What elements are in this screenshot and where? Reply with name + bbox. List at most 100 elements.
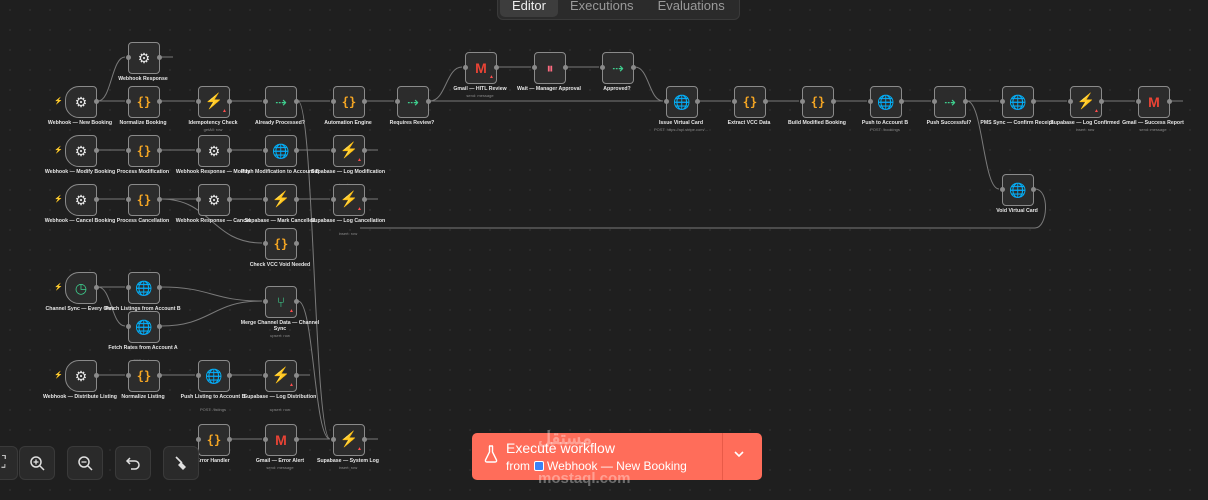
code-icon: {} — [273, 237, 289, 251]
warning-icon: ▲ — [357, 446, 362, 452]
workflow-node[interactable]: ⚙ — [65, 360, 99, 392]
trigger-bolt-icon: ⚡ — [54, 284, 63, 291]
supabase-icon: ⚡ — [339, 191, 359, 208]
tab-executions[interactable]: Executions — [558, 0, 646, 17]
node-label: Requires Review? — [389, 120, 435, 126]
http-icon: 🌐 — [877, 94, 895, 110]
http-icon: 🌐 — [673, 94, 691, 110]
tab-evaluations[interactable]: Evaluations — [646, 0, 737, 17]
supabase-icon: ⚡ — [339, 431, 359, 448]
workflow-node[interactable]: ⚙ — [65, 184, 99, 216]
workflow-node[interactable]: {} — [126, 184, 162, 216]
node-label: Supabase — Log Modification — [310, 169, 386, 175]
fit-view-icon: ⛶ — [0, 454, 6, 472]
code-icon: {} — [136, 144, 152, 158]
zoom-in-icon — [30, 456, 45, 471]
http-icon: 🌐 — [1009, 182, 1027, 198]
node-subtitle: POST: https://api.stripe.com/... — [653, 127, 709, 132]
workflow-node[interactable]: ⏸ — [532, 52, 568, 84]
warning-icon: ▲ — [1094, 108, 1099, 114]
node-subtitle: getAll: row — [203, 127, 223, 132]
trigger-bolt-icon: ⚡ — [54, 372, 63, 379]
supabase-icon: ⚡ — [271, 191, 291, 208]
execute-from: from Webhook — New Booking — [506, 459, 687, 473]
workflow-node[interactable]: {} — [732, 86, 768, 118]
webhook-icon: ⚙ — [74, 368, 88, 384]
if-icon: ⇢ — [944, 94, 956, 110]
workflow-node[interactable]: ⇢ — [600, 52, 636, 84]
workflow-node[interactable]: {} — [331, 86, 367, 118]
trigger-bolt-icon: ⚡ — [54, 147, 63, 154]
http-icon: 🌐 — [135, 280, 153, 296]
zoom-out-button[interactable] — [67, 446, 103, 480]
webhook-icon: ⚙ — [137, 50, 151, 66]
gmail-icon: M — [1148, 94, 1160, 110]
warning-icon: ▲ — [289, 382, 294, 388]
workflow-node[interactable]: ⚙ — [65, 135, 99, 167]
workflow-node[interactable]: {} — [126, 135, 162, 167]
workflow-node[interactable]: ⇢ — [263, 86, 299, 118]
workflow-node[interactable]: 🌐 — [868, 86, 904, 118]
workflow-node[interactable]: ⇢ — [932, 86, 968, 118]
connection-line[interactable] — [966, 100, 1000, 190]
workflow-node[interactable]: 🌐 — [1000, 174, 1036, 206]
workflow-node[interactable]: ⚙ — [196, 184, 232, 216]
workflow-node[interactable]: ⚙ — [196, 135, 232, 167]
undo-button[interactable] — [115, 446, 151, 480]
workflow-node[interactable]: 🌐 — [126, 311, 162, 343]
http-icon: 🌐 — [272, 143, 290, 159]
http-icon: 🌐 — [1009, 94, 1027, 110]
code-icon: {} — [341, 95, 357, 109]
execute-workflow-button[interactable]: Execute workflow from Webhook — New Booki… — [472, 433, 762, 480]
fit-view-button[interactable]: ⛶ — [0, 446, 18, 480]
warning-icon: ▲ — [357, 157, 362, 163]
chevron-down-icon[interactable] — [732, 447, 746, 461]
zoom-in-button[interactable] — [19, 446, 55, 480]
connection-line[interactable] — [634, 66, 664, 102]
workflow-node[interactable]: 🌐 — [664, 86, 700, 118]
workflow-node[interactable]: 🌐 — [126, 272, 162, 304]
node-subtitle: insert: row — [338, 465, 358, 470]
connection-line[interactable] — [297, 100, 331, 440]
workflow-node[interactable]: M — [263, 424, 299, 456]
node-label: Supabase — Log Cancellation — [310, 218, 386, 224]
workflow-node[interactable]: {} — [196, 424, 232, 456]
connection-line[interactable] — [360, 188, 1046, 229]
tidy-up-button[interactable] — [163, 446, 199, 480]
workflow-node[interactable]: 🌐 — [196, 360, 232, 392]
tidy-up-icon — [175, 456, 186, 470]
supabase-icon: ⚡ — [204, 93, 224, 110]
connection-line[interactable] — [160, 286, 263, 302]
workflow-node[interactable]: {} — [126, 360, 162, 392]
clock-icon: ◷ — [74, 280, 88, 296]
workflow-node[interactable]: M — [1136, 86, 1172, 118]
execute-from-prefix: from — [506, 459, 530, 473]
webhook-icon: ⚙ — [74, 192, 88, 208]
node-label: Merge Channel Data — Channel Sync — [240, 320, 320, 332]
workflow-node[interactable]: {} — [263, 228, 299, 260]
workflow-node[interactable]: {} — [126, 86, 162, 118]
workflow-node[interactable]: 🌐 — [1000, 86, 1036, 118]
if-icon: ⇢ — [612, 60, 624, 76]
workflow-node[interactable]: {} — [800, 86, 836, 118]
workflow-node[interactable]: ◷ — [65, 272, 99, 304]
workflow-node[interactable]: ⚡ — [263, 184, 299, 216]
node-label: Supabase — Log Distribution — [243, 394, 317, 400]
workflow-node[interactable]: ⇢ — [395, 86, 431, 118]
trigger-bolt-icon: ⚡ — [54, 196, 63, 203]
workflow-node[interactable]: ⚙ — [126, 42, 162, 74]
workflow-node[interactable]: ⚙ — [65, 86, 99, 118]
webhook-icon: ⚙ — [207, 192, 221, 208]
code-icon: {} — [136, 193, 152, 207]
node-label: Supabase — System Log — [317, 458, 379, 464]
workflow-canvas[interactable]: ⚙ Webhook — New Booking ⚡ ⚙ Webhook Response… — [0, 0, 1208, 500]
editor-tabs: Editor Executions Evaluations — [497, 0, 740, 20]
warning-icon: ▲ — [222, 108, 227, 114]
workflow-node[interactable]: 🌐 — [263, 135, 299, 167]
code-icon: {} — [810, 95, 826, 109]
http-icon: 🌐 — [205, 368, 223, 384]
node-subtitle: upsert: row — [270, 407, 290, 412]
if-icon: ⇢ — [275, 94, 287, 110]
tab-editor[interactable]: Editor — [500, 0, 558, 17]
node-label: Check VCC Void Needed — [249, 262, 311, 268]
